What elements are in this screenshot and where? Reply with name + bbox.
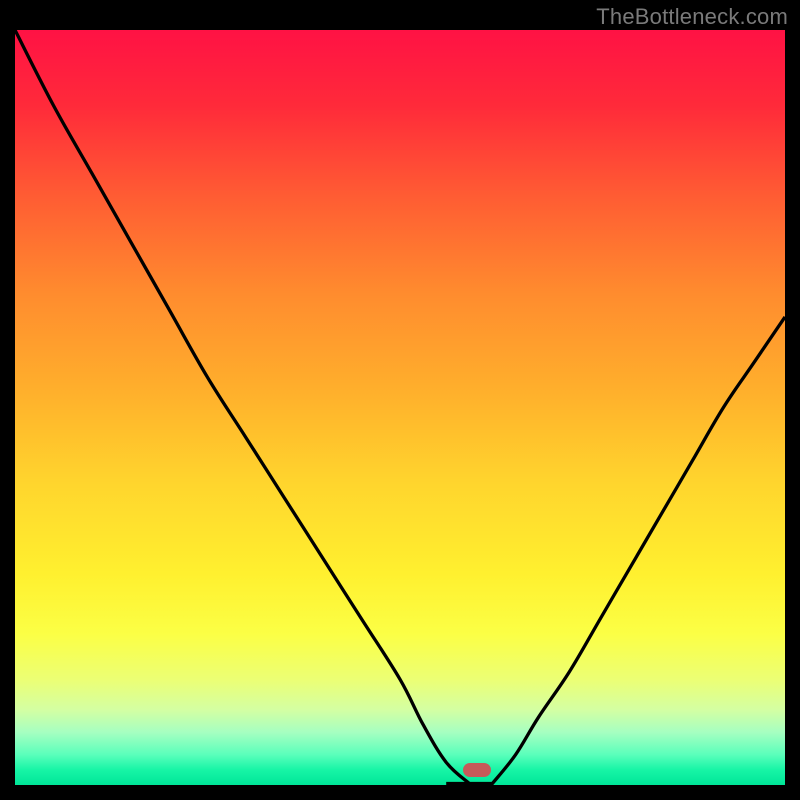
chart-frame: TheBottleneck.com xyxy=(0,0,800,800)
curve-svg xyxy=(15,30,785,785)
optimal-point-marker xyxy=(463,763,491,777)
bottleneck-curve xyxy=(15,30,785,785)
plot-area xyxy=(15,30,785,785)
watermark-text: TheBottleneck.com xyxy=(596,4,788,30)
